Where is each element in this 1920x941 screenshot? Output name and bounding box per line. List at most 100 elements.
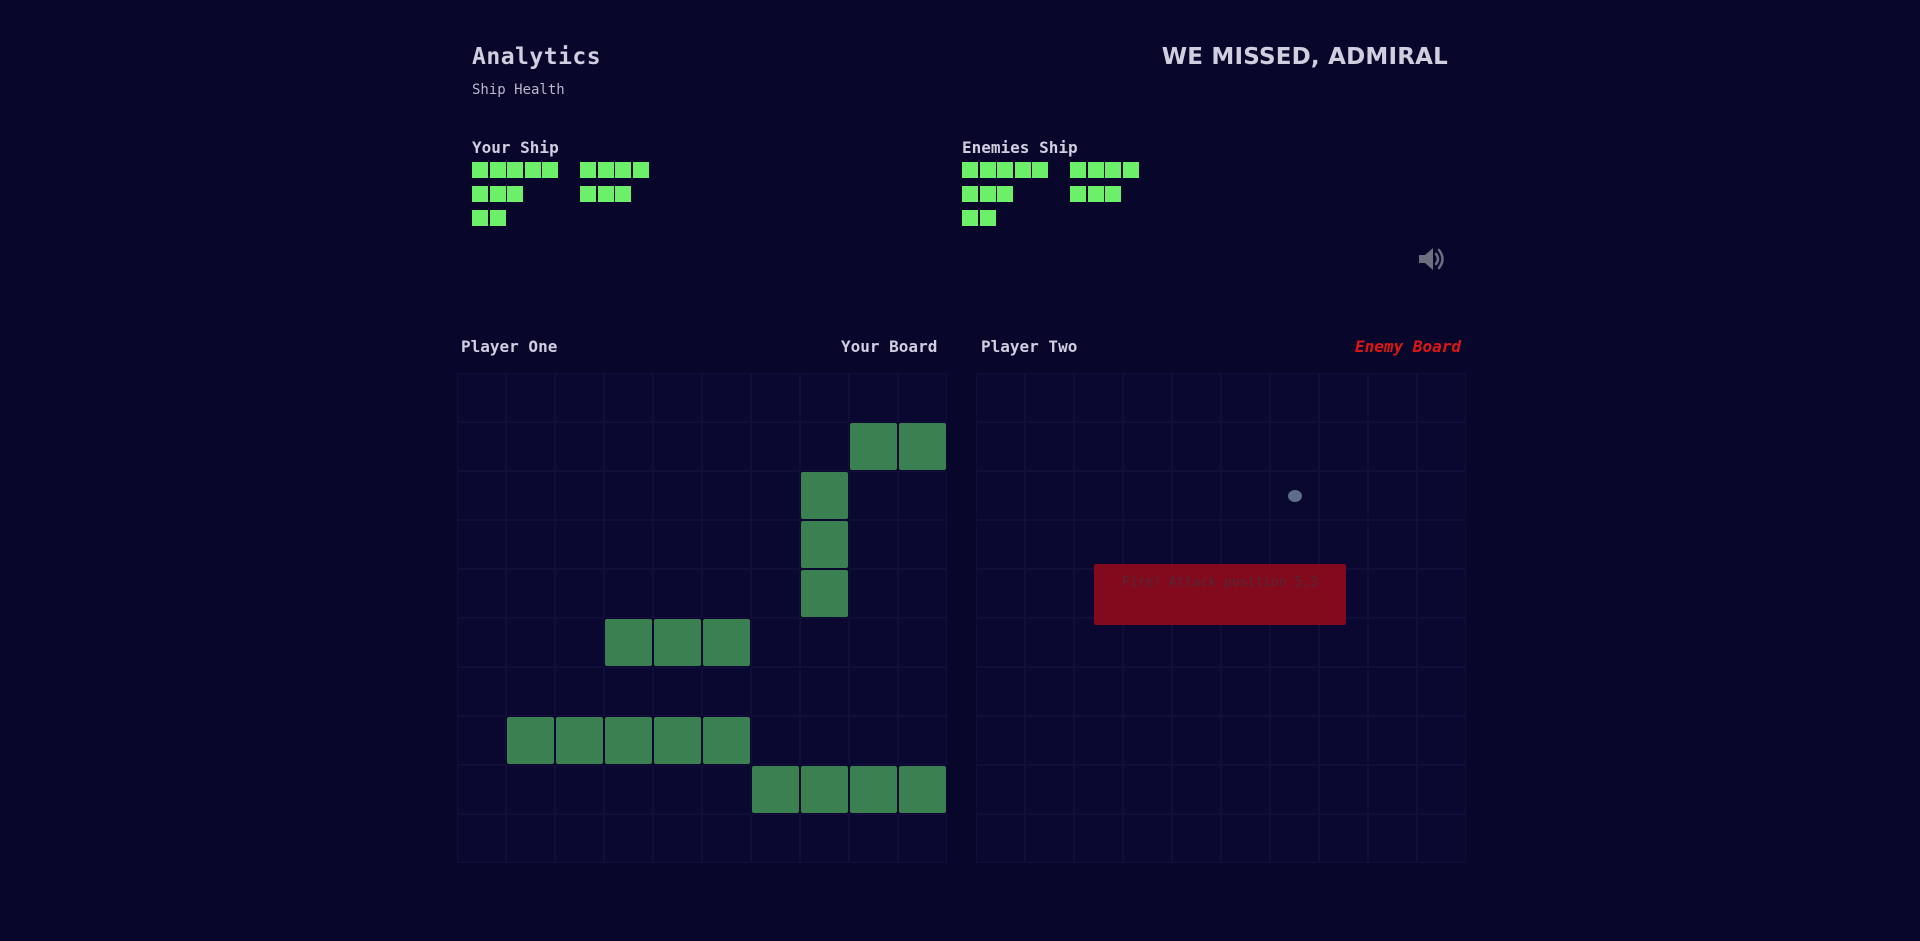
enemy-board-cell[interactable]	[1025, 814, 1074, 863]
enemy-board-cell[interactable]	[1319, 618, 1368, 667]
enemy-board-cell[interactable]	[1172, 667, 1221, 716]
enemy-board-cell[interactable]	[1074, 520, 1123, 569]
enemy-ship-2-health	[1070, 162, 1139, 178]
enemy-board-cell[interactable]	[1074, 422, 1123, 471]
enemy-board-cell[interactable]	[976, 373, 1025, 422]
enemy-board-cell[interactable]	[1270, 765, 1319, 814]
enemy-board-cell[interactable]	[1368, 716, 1417, 765]
player-board-cell	[506, 471, 555, 520]
enemy-board-cell[interactable]	[1417, 373, 1466, 422]
enemy-board-cell[interactable]	[1417, 814, 1466, 863]
enemy-board-cell[interactable]	[976, 422, 1025, 471]
enemy-board-cell[interactable]	[1221, 765, 1270, 814]
enemy-board-cell[interactable]	[1368, 569, 1417, 618]
enemy-board-cell[interactable]	[1270, 471, 1319, 520]
enemy-board-cell[interactable]	[1270, 520, 1319, 569]
enemy-board-cell[interactable]	[1074, 765, 1123, 814]
enemy-board-cell[interactable]	[1417, 520, 1466, 569]
enemy-board-cell[interactable]	[1074, 471, 1123, 520]
enemy-board-cell[interactable]	[1270, 716, 1319, 765]
enemy-board-cell[interactable]	[1368, 667, 1417, 716]
enemy-board-cell[interactable]	[1221, 716, 1270, 765]
enemy-board-cell[interactable]	[1221, 422, 1270, 471]
enemy-board-cell[interactable]	[976, 520, 1025, 569]
enemy-board-cell[interactable]	[1368, 471, 1417, 520]
enemy-board-cell[interactable]	[1172, 422, 1221, 471]
enemy-board-cell[interactable]	[1172, 716, 1221, 765]
enemy-board-cell[interactable]	[1417, 569, 1466, 618]
enemy-board-cell[interactable]	[1172, 471, 1221, 520]
enemy-board-cell[interactable]	[1123, 422, 1172, 471]
enemy-board-cell[interactable]	[1270, 373, 1319, 422]
enemy-board-cell[interactable]	[976, 765, 1025, 814]
enemy-board-cell[interactable]	[1417, 471, 1466, 520]
enemy-board-cell[interactable]	[1270, 814, 1319, 863]
enemy-board-cell[interactable]	[1221, 373, 1270, 422]
enemy-board-cell[interactable]	[1074, 667, 1123, 716]
enemy-board-cell[interactable]	[1368, 814, 1417, 863]
enemy-board-cell[interactable]	[1172, 765, 1221, 814]
enemy-board-cell[interactable]	[1074, 814, 1123, 863]
enemy-board-cell[interactable]	[1270, 667, 1319, 716]
enemy-board-cell[interactable]	[1319, 765, 1368, 814]
enemy-board-cell[interactable]	[1270, 422, 1319, 471]
player-board-cell	[898, 667, 947, 716]
enemy-board-cell[interactable]	[976, 667, 1025, 716]
enemy-board-cell[interactable]	[1074, 618, 1123, 667]
enemy-board-cell[interactable]	[1172, 373, 1221, 422]
enemy-board-cell[interactable]	[976, 716, 1025, 765]
enemy-board-cell[interactable]	[1368, 765, 1417, 814]
enemy-board-cell[interactable]	[1025, 373, 1074, 422]
enemy-board-cell[interactable]	[976, 471, 1025, 520]
enemy-board-cell[interactable]	[1025, 569, 1074, 618]
enemy-board-cell[interactable]	[1123, 667, 1172, 716]
enemy-board-cell[interactable]	[1123, 716, 1172, 765]
enemy-board-cell[interactable]	[1417, 422, 1466, 471]
enemy-board-cell[interactable]	[1368, 520, 1417, 569]
enemy-board-cell[interactable]	[1221, 814, 1270, 863]
enemy-board-cell[interactable]	[1025, 618, 1074, 667]
enemy-board-cell[interactable]	[1221, 667, 1270, 716]
enemy-board-cell[interactable]	[1123, 814, 1172, 863]
enemy-board-cell[interactable]	[1319, 422, 1368, 471]
enemy-ship-5-health	[962, 210, 996, 226]
enemy-board-cell[interactable]	[1319, 373, 1368, 422]
enemy-board-cell[interactable]	[1417, 618, 1466, 667]
enemy-board-cell[interactable]	[1123, 373, 1172, 422]
enemy-board-cell[interactable]	[1368, 618, 1417, 667]
enemy-board-cell[interactable]	[1270, 618, 1319, 667]
enemy-board-cell[interactable]	[1025, 422, 1074, 471]
enemy-board-cell[interactable]	[1319, 667, 1368, 716]
enemy-board-cell[interactable]	[1123, 471, 1172, 520]
enemy-board-cell[interactable]	[1221, 618, 1270, 667]
enemy-board-cell[interactable]	[1319, 520, 1368, 569]
enemy-board-cell[interactable]	[1074, 373, 1123, 422]
enemy-board-cell[interactable]	[1221, 520, 1270, 569]
enemy-board-cell[interactable]	[1319, 471, 1368, 520]
enemy-board-cell[interactable]	[976, 618, 1025, 667]
enemy-board-cell[interactable]	[1123, 765, 1172, 814]
enemy-board-cell[interactable]	[1368, 422, 1417, 471]
player-board-cell	[653, 373, 702, 422]
enemy-board-cell[interactable]	[1025, 667, 1074, 716]
enemy-board-cell[interactable]	[1025, 765, 1074, 814]
enemy-board-cell[interactable]	[1123, 618, 1172, 667]
enemy-board-cell[interactable]	[1417, 716, 1466, 765]
sound-toggle-button[interactable]	[1415, 243, 1447, 275]
enemy-board-cell[interactable]	[1172, 520, 1221, 569]
enemy-board-cell[interactable]	[1319, 814, 1368, 863]
enemy-board-cell[interactable]	[1221, 471, 1270, 520]
enemy-board-cell[interactable]	[976, 569, 1025, 618]
enemy-board-cell[interactable]	[1123, 520, 1172, 569]
enemy-board-cell[interactable]	[1025, 520, 1074, 569]
enemy-board-cell[interactable]	[1417, 667, 1466, 716]
enemy-board-cell[interactable]	[1319, 716, 1368, 765]
enemy-board-cell[interactable]	[1025, 471, 1074, 520]
enemy-board-cell[interactable]	[1417, 765, 1466, 814]
enemy-board-cell[interactable]	[1172, 814, 1221, 863]
enemy-board-cell[interactable]	[1025, 716, 1074, 765]
enemy-board-cell[interactable]	[976, 814, 1025, 863]
enemy-board-cell[interactable]	[1368, 373, 1417, 422]
enemy-board-cell[interactable]	[1074, 716, 1123, 765]
enemy-board-cell[interactable]	[1172, 618, 1221, 667]
